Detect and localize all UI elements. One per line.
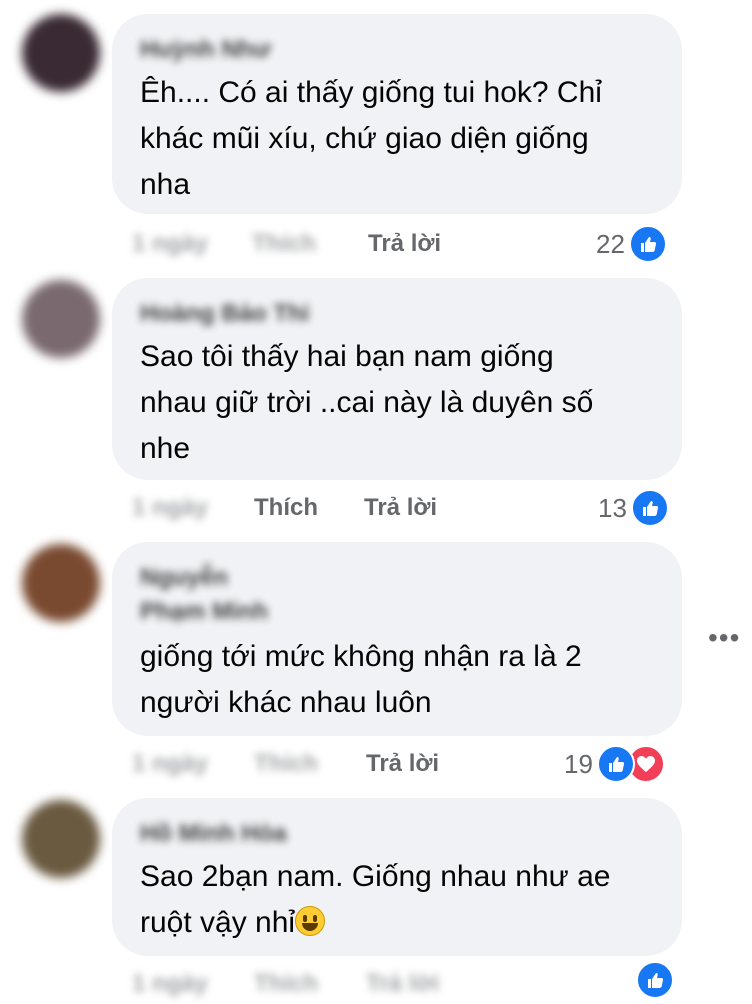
reaction-summary[interactable]: 22	[596, 224, 667, 264]
more-options-icon[interactable]: •••	[708, 624, 740, 652]
grinning-face-emoji	[295, 906, 326, 936]
comment-bubble: Huỳnh Như Êh.... Có ai thấy giống tui ho…	[112, 14, 682, 214]
comment-actions: 1 ngày Thích Trả lời	[132, 224, 452, 264]
avatar[interactable]	[22, 800, 100, 878]
reply-link[interactable]: Trả lời	[364, 494, 437, 522]
commenter-name-line2[interactable]: Phạm Minh	[140, 598, 654, 625]
avatar[interactable]	[22, 280, 100, 358]
comment-text: Sao tôi thấy hai bạn nam giống nhau giữ …	[140, 340, 594, 465]
reaction-count: 22	[596, 228, 625, 259]
commenter-name[interactable]: Huỳnh Như	[140, 36, 654, 63]
reaction-summary[interactable]: 19	[564, 744, 665, 784]
commenter-name[interactable]: Hồ Minh Hòa	[140, 820, 654, 847]
like-link[interactable]: Thích	[254, 750, 318, 778]
like-link[interactable]: Thích	[254, 494, 318, 522]
like-link[interactable]: Thích	[254, 970, 318, 998]
reaction-count: 19	[564, 748, 593, 779]
like-link[interactable]: Thích	[252, 230, 316, 258]
comment-text: Sao 2bạn nam. Giống nhau như ae ruột vậy…	[140, 854, 654, 946]
comment-actions: 1 ngày Thích Trả lời	[132, 964, 452, 1004]
avatar[interactable]	[22, 14, 100, 92]
comment-actions: 1 ngày Thích Trả lời	[132, 488, 452, 528]
reply-link[interactable]: Trả lời	[366, 970, 439, 998]
reply-link[interactable]: Trả lời	[368, 230, 441, 258]
commenter-name[interactable]: Hoàng Bảo Thi	[140, 300, 654, 327]
avatar[interactable]	[22, 544, 100, 622]
comment-time[interactable]: 1 ngày	[132, 230, 208, 258]
reply-link[interactable]: Trả lời	[366, 750, 439, 778]
comment-bubble: Hoàng Bảo Thi Sao tôi thấy hai bạn nam g…	[112, 278, 682, 480]
comment-text: giống tới mức không nhận ra là 2 người k…	[140, 640, 582, 719]
comment-bubble: Nguyễn Phạm Minh giống tới mức không nhậ…	[112, 542, 682, 736]
thumbs-up-icon	[596, 745, 635, 783]
reaction-summary[interactable]	[636, 960, 674, 1000]
comment-text: Êh.... Có ai thấy giống tui hok? Chỉ khá…	[140, 76, 602, 201]
thumbs-up-icon	[636, 961, 674, 999]
comment-text-content: Sao 2bạn nam. Giống nhau như ae ruột vậy…	[140, 860, 611, 939]
comment-actions: 1 ngày Thích Trả lời	[132, 744, 452, 784]
comment-time[interactable]: 1 ngày	[132, 494, 208, 522]
thumbs-up-icon	[630, 489, 669, 527]
thumbs-up-icon	[628, 225, 667, 263]
comment-time[interactable]: 1 ngày	[132, 750, 208, 778]
comment-time[interactable]: 1 ngày	[132, 970, 208, 998]
commenter-name[interactable]: Nguyễn	[140, 564, 654, 591]
reaction-summary[interactable]: 13	[598, 488, 669, 528]
comment-bubble: Hồ Minh Hòa Sao 2bạn nam. Giống nhau như…	[112, 798, 682, 956]
reaction-count: 13	[598, 492, 627, 523]
